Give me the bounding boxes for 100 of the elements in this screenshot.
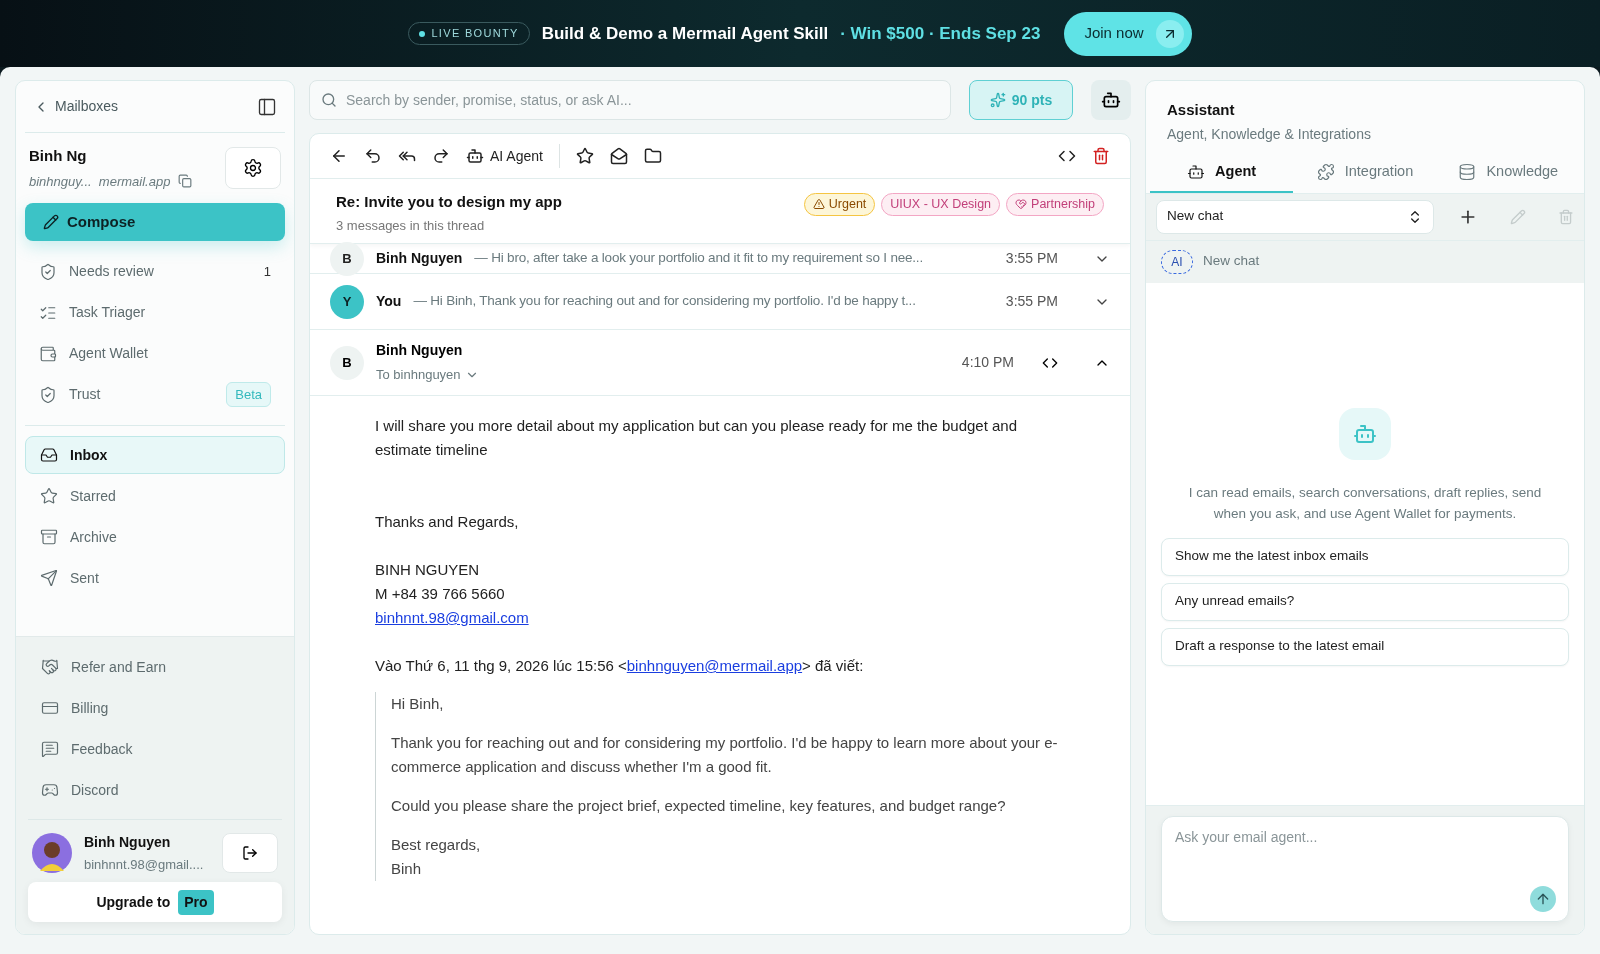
search-field[interactable]: Search by sender, promise, status, or ask AI... [309,80,951,120]
search-icon [321,92,337,108]
recipient-dropdown[interactable]: To binhnguyen [376,365,950,385]
panel-title: Assistant [1167,100,1236,120]
agent-input-field[interactable]: Ask your email agent... [1161,816,1569,922]
email-link[interactable]: binhnguyen@mermail.app [626,657,803,674]
star-icon[interactable] [575,147,594,165]
sidebar-item[interactable]: Agent Wallet [25,333,285,374]
card-icon [41,699,59,717]
quoted-paragraph: Hi Binh, [391,694,445,714]
handshake-icon [41,658,59,676]
sender-avatar: B [330,345,364,380]
message-time: 3:55 PM [1005,249,1058,268]
sender-name: You [376,292,402,311]
warning-icon [812,198,825,211]
join-now-button[interactable]: Join now [1064,11,1192,56]
thread-count: 3 messages in this thread [336,216,486,235]
sparkle-icon [989,92,1006,108]
email-subject: Re: Invite you to design my app [336,192,562,212]
suggestion-button[interactable]: Show me the latest inbox emails [1161,537,1569,576]
chat-select[interactable]: New chat [1156,199,1435,234]
sidebar-link[interactable]: Discord [28,769,282,811]
sender-avatar: Y [330,284,364,319]
chat-item[interactable]: AI New chat [1146,240,1584,283]
robot-icon [1101,90,1121,110]
tag: Partnership [1006,193,1104,216]
email-paragraph: I will share you more detail about my application but can you please ready for me the budget and estimate timeline [375,416,1019,460]
sender-avatar: B [330,241,364,276]
suggestion-button[interactable]: Any unread emails? [1161,582,1569,621]
beta-badge: Beta [226,381,271,408]
sender-name: Binh Nguyen [376,341,464,361]
inbox-icon [40,446,58,464]
avatar [32,832,72,873]
user-name: Binh Nguyen [84,832,172,852]
agent-intro: I can read emails, search conversations, draft replies, send when you ask, and use Agent Wallet for payments. [1187,483,1543,523]
quoted-paragraph: Thank you for reaching out and for considering my portfolio. I'd be happy to learn more about your e-commerce application and discuss whether I'm a good fit. [391,733,1059,777]
account-email: binhnguy... mermail.app [29,172,171,191]
mailboxes-back-button[interactable]: Mailboxes [33,96,119,117]
banner-highlight: · Win $500 · Ends Sep 23 [840,22,1041,45]
sidebar-link[interactable]: Refer and Earn [28,646,282,688]
email-link[interactable]: binhnnt.98@gmail.com [375,606,529,630]
sidebar-item[interactable]: Trust Beta [25,374,285,415]
settings-button[interactable] [225,147,281,189]
account-name: Binh Ng [29,146,88,166]
quoted-paragraph: Best regards, Binh [391,835,482,879]
banner-title: Build & Demo a Mermail Agent Skill [541,22,829,45]
folder-icon[interactable] [643,147,662,165]
upgrade-button[interactable]: Upgrade to Pro [28,882,282,922]
pencil-icon [43,214,59,230]
folder-item[interactable]: Inbox [25,436,285,474]
suggestion-button[interactable]: Draft a response to the latest email [1161,627,1569,666]
puzzle-icon [1316,162,1335,181]
handshake-icon [1015,198,1028,211]
assistant-tab[interactable]: Agent [1150,152,1294,193]
settings-icon [243,158,263,178]
signature-name: BINH NGUYEN [375,560,481,580]
message-preview: — Hi Binh, Thank you for reaching out and for considering my portfolio. I'd be happy t... [413,292,917,311]
item-count: 1 [263,262,271,281]
sidebar-item[interactable]: Needs review 1 [25,251,285,292]
message-time: 3:55 PM [1005,292,1058,311]
message-row[interactable]: B Binh Nguyen — Hi bro, after take a look your portfolio and it fit to my requirement so I nee... 3:55 PM [310,244,1130,274]
reply-icon[interactable] [364,147,382,165]
database-icon [1458,162,1477,181]
agent-button[interactable] [1091,80,1131,120]
folder-item[interactable]: Sent [25,559,285,597]
user-email: binhnnt.98@gmail.... [84,855,205,874]
back-icon[interactable] [330,147,348,165]
panel-subtitle: Agent, Knowledge & Integrations [1167,124,1372,144]
message-time: 4:10 PM [961,353,1014,372]
compose-button[interactable]: Compose [25,203,285,241]
signature-phone: M +84 39 766 5660 [375,584,506,604]
assistant-tab[interactable]: Integration [1293,152,1437,193]
quote-intro: Vào Thứ 6, 11 thg 9, 2026 lúc 15:56 <binhnguyen@mermail.app> đã viết: [375,656,865,676]
copy-icon[interactable] [178,174,193,189]
sidebar-item[interactable]: Task Triager [25,292,285,333]
assistant-tab[interactable]: Knowledge [1436,152,1580,193]
sidebar-link[interactable]: Feedback [28,728,282,770]
delete-icon[interactable] [1092,147,1110,165]
sidebar-link[interactable]: Billing [28,687,282,729]
wallet-icon [39,344,57,363]
email-paragraph: Thanks and Regards, [375,512,520,532]
send-icon [40,569,58,587]
controller-icon [41,781,59,799]
pro-badge: Pro [178,889,214,915]
quoted-paragraph: Could you please share the project brief, expected timeline, key features, and budget range? [391,796,1007,816]
tag: Urgent [803,193,876,216]
mail-open-icon[interactable] [609,147,628,165]
ai-agent-button[interactable]: AI Agent [466,145,543,167]
robot-icon [466,147,484,165]
sidebar-toggle-icon[interactable] [257,96,277,117]
robot-icon [1187,162,1206,181]
message-preview: — Hi bro, after take a look your portfolio and it fit to my requirement so I nee... [474,249,924,268]
logout-button[interactable] [222,832,278,873]
folder-item[interactable]: Starred [25,477,285,515]
archive-icon [40,528,58,546]
message-icon [41,740,59,758]
sender-name: Binh Nguyen [376,249,463,268]
forward-icon[interactable] [432,147,450,165]
message-row[interactable]: Y You — Hi Binh, Thank you for reaching out and for considering my portfolio. I'd be happy t... 3:55 PM [310,274,1130,330]
folder-item[interactable]: Archive [25,518,285,556]
